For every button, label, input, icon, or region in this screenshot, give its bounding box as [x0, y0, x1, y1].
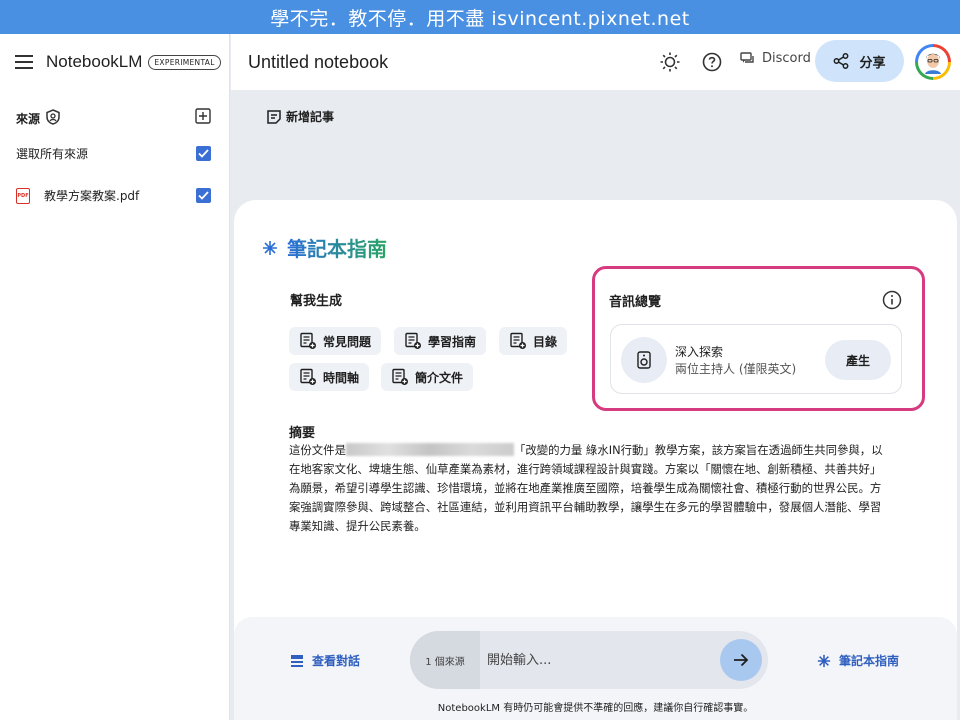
doc-add-icon: [510, 332, 526, 349]
sparkle-icon: [263, 240, 277, 255]
select-all-checkbox[interactable]: [196, 146, 211, 161]
note-icon: [267, 109, 281, 124]
generate-button[interactable]: 產生: [825, 340, 891, 380]
chip-briefing-doc[interactable]: 簡介文件: [381, 363, 474, 391]
send-button[interactable]: [720, 639, 762, 681]
redacted-text: [345, 443, 514, 456]
chip-label: 目錄: [533, 334, 558, 349]
discord-link[interactable]: Discord: [740, 51, 811, 66]
chat-bar: 查看對話 1 個來源 筆記本指南 NotebookLM 有時仍可能會提供不準確的…: [234, 617, 957, 720]
chip-study-guide[interactable]: 學習指南: [394, 327, 487, 355]
summary-heading: 摘要: [289, 426, 316, 441]
chat-history-icon: [291, 654, 303, 667]
doc-add-icon: [405, 332, 421, 349]
disclaimer-text: NotebookLM 有時仍可能會提供不準確的回應，建議你自行確認事實。: [437, 703, 754, 714]
source-item-info: PDF 教學方案教案.pdf: [16, 187, 139, 204]
guide-title-text: 筆記本指南: [287, 233, 387, 262]
chip-faq[interactable]: 常見問題: [289, 327, 382, 355]
discord-label: Discord: [762, 51, 811, 66]
select-all-label: 選取所有來源: [16, 147, 89, 161]
sources-title-text: 來源: [16, 111, 41, 126]
source-item-label: 教學方案教案.pdf: [44, 189, 140, 203]
experimental-badge: EXPERIMENTAL: [148, 54, 221, 70]
doc-add-icon: [300, 332, 316, 349]
watermark-banner: 學不完．教不停．用不盡 isvincent.pixnet.net: [0, 0, 960, 34]
chip-label: 常見問題: [323, 334, 372, 349]
summary-text: 這份文件是 「改變的力量 綠水IN行動」教學方案，該方案旨在透過師生共同參與，以在…: [289, 441, 889, 536]
add-source-icon[interactable]: [195, 108, 211, 128]
sources-header: 來源: [16, 108, 211, 128]
add-note-label: 新增記事: [286, 110, 335, 124]
doc-add-icon: [392, 368, 408, 385]
help-icon[interactable]: [701, 51, 723, 73]
theme-toggle-icon[interactable]: [659, 51, 681, 73]
notebook-guide-button[interactable]: 筆記本指南: [817, 652, 899, 669]
share-icon: [834, 53, 849, 69]
audio-overview-title: 音訊總覽: [609, 295, 662, 310]
notebook-title[interactable]: Untitled notebook: [248, 52, 388, 73]
chip-label: 簡介文件: [415, 370, 464, 385]
audio-overview-section: 音訊總覽 深入探索 兩位主持人 (僅限英文) 產生: [592, 266, 925, 411]
arrow-right-icon: [734, 653, 749, 667]
deep-dive-subtitle: 兩位主持人 (僅限英文): [675, 362, 797, 376]
chip-timeline[interactable]: 時間軸: [289, 363, 370, 391]
summary-prefix: 這份文件是: [289, 443, 346, 457]
chat-input-container: 1 個來源: [410, 631, 768, 689]
share-label: 分享: [859, 55, 886, 71]
pdf-icon: PDF: [16, 187, 30, 204]
view-chat-button[interactable]: 查看對話: [290, 652, 360, 669]
source-item-checkbox[interactable]: [196, 188, 211, 203]
sources-title: 來源: [16, 108, 60, 128]
doc-add-icon: [300, 368, 316, 385]
info-icon[interactable]: [882, 290, 902, 310]
brand: NotebookLM EXPERIMENTAL: [14, 50, 221, 74]
source-count-badge: 1 個來源: [410, 631, 480, 689]
select-all-row[interactable]: 選取所有來源: [16, 145, 211, 162]
top-header: Untitled notebook Discord 分享: [231, 34, 960, 90]
summary-body: 「改變的力量 綠水IN行動」教學方案，該方案旨在透過師生共同參與，以在地客家文化…: [289, 443, 883, 533]
guide-title: 筆記本指南: [262, 233, 387, 262]
deep-dive-card: 深入探索 兩位主持人 (僅限英文) 產生: [610, 324, 902, 394]
avatar-face-icon: [918, 47, 948, 77]
menu-icon[interactable]: [14, 52, 34, 72]
notebook-guide-label: 筆記本指南: [839, 654, 900, 668]
brand-name: NotebookLM: [46, 52, 143, 71]
speaker-icon: [621, 337, 667, 383]
deep-dive-title: 深入探索: [675, 345, 724, 359]
chip-toc[interactable]: 目錄: [499, 327, 568, 355]
shield-icon: [46, 108, 60, 128]
view-chat-label: 查看對話: [312, 654, 361, 668]
chip-label: 時間軸: [323, 370, 360, 385]
add-note-button[interactable]: 新增記事: [266, 108, 334, 125]
chat-bubbles-icon: [740, 51, 754, 63]
share-button[interactable]: 分享: [815, 40, 904, 82]
help-generate-heading: 幫我生成: [290, 294, 343, 309]
sources-sidebar: NotebookLM EXPERIMENTAL 來源 選取所有來源 PDF 教學…: [0, 34, 230, 720]
sparkle-icon: [817, 654, 831, 667]
chip-label: 學習指南: [428, 334, 477, 349]
avatar[interactable]: [915, 44, 951, 80]
source-item[interactable]: PDF 教學方案教案.pdf: [16, 187, 211, 204]
chat-input[interactable]: [487, 631, 707, 689]
